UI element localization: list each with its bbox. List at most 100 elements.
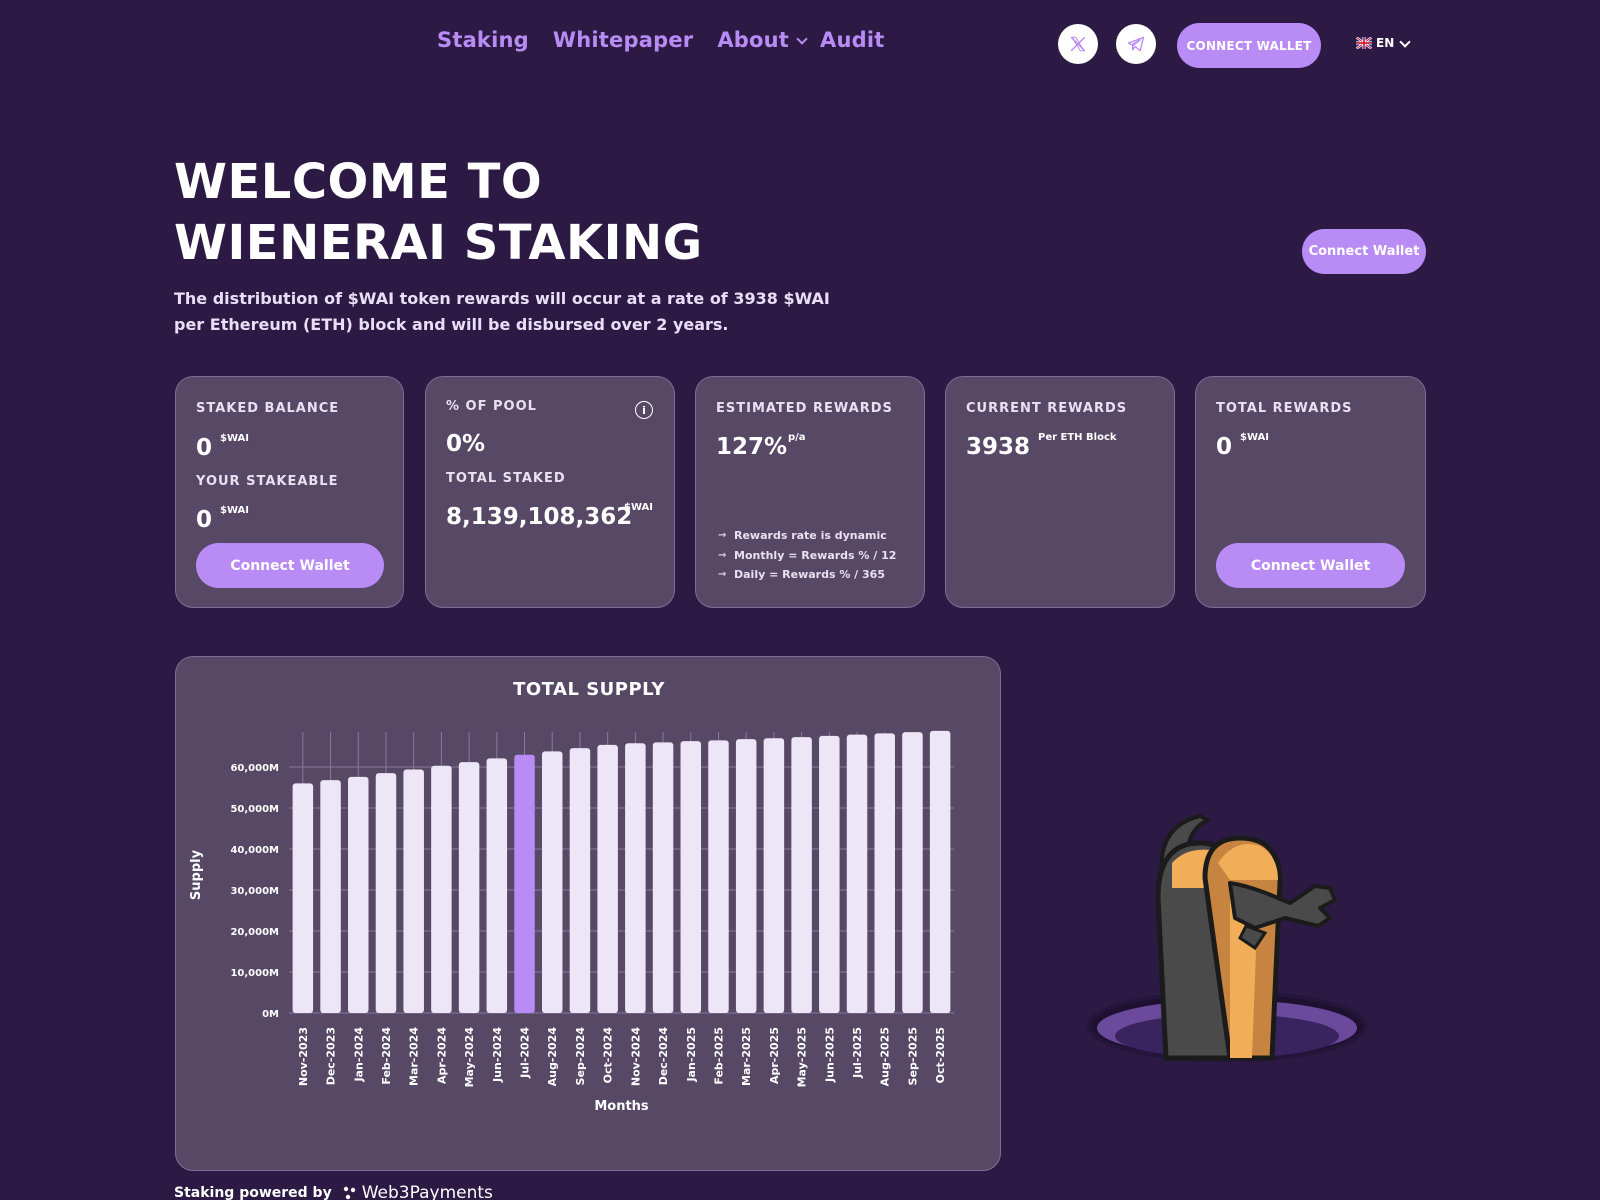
supply-bar <box>320 780 341 1013</box>
rewards-note: → Monthly = Rewards % / 12 <box>718 549 897 562</box>
connect-wallet-button-hero[interactable]: Connect Wallet <box>1302 229 1426 274</box>
x-tick-label: Sep-2024 <box>574 1027 587 1086</box>
y-tick-label: 30,000M <box>230 886 279 897</box>
nav-audit[interactable]: Audit <box>820 28 884 52</box>
supply-bar <box>597 744 618 1013</box>
supply-bar <box>514 754 535 1013</box>
current-rewards-unit: Per ETH Block <box>1038 432 1117 443</box>
supply-bar <box>375 773 397 1013</box>
arrow-right-icon: → <box>718 550 727 561</box>
web3payments-logo-icon <box>343 1186 355 1200</box>
top-nav: Staking Whitepaper About Audit CONNECT W… <box>0 0 1600 92</box>
nav-whitepaper[interactable]: Whitepaper <box>553 28 693 52</box>
supply-bar <box>431 765 452 1013</box>
supply-bar <box>708 740 729 1013</box>
wiener-mascot-illustration <box>1087 814 1367 1062</box>
supply-bar <box>874 733 895 1013</box>
x-axis-label: Months <box>594 1099 649 1114</box>
y-tick-label: 60,000M <box>230 763 279 774</box>
supply-bar <box>735 739 757 1013</box>
supply-bar <box>348 776 369 1013</box>
x-tick-label: Jul-2025 <box>851 1027 864 1079</box>
x-tick-label: Jan-2025 <box>685 1027 698 1083</box>
y-axis-label: Supply <box>189 849 204 900</box>
x-tick-label: Mar-2025 <box>740 1027 753 1086</box>
supply-bar <box>486 758 508 1013</box>
x-tick-label: Jun-2025 <box>823 1027 836 1083</box>
nav-about-label: About <box>717 28 790 52</box>
x-tick-label: Jun-2024 <box>491 1027 504 1083</box>
staked-balance-label: STAKED BALANCE <box>196 401 340 416</box>
nav-about[interactable]: About <box>717 28 808 52</box>
total-staked-unit: $WAI <box>624 502 653 513</box>
x-tick-label: Oct-2024 <box>602 1027 615 1084</box>
total-rewards-value: 0 <box>1216 434 1233 460</box>
supply-bar <box>652 742 674 1013</box>
connect-wallet-button-staked[interactable]: Connect Wallet <box>196 543 384 588</box>
pool-card: % OF POOL i 0% TOTAL STAKED 8,139,108,36… <box>425 376 675 608</box>
y-tick-label: 50,000M <box>230 804 279 815</box>
x-tick-label: Nov-2023 <box>297 1027 310 1086</box>
x-tick-label: Dec-2024 <box>657 1027 670 1086</box>
connect-wallet-button-total[interactable]: Connect Wallet <box>1216 543 1405 588</box>
nav-links: Staking Whitepaper About Audit <box>437 28 885 52</box>
chevron-down-icon <box>796 32 808 45</box>
x-tick-label: Apr-2024 <box>435 1027 448 1084</box>
web3payments-link[interactable]: Web3Payments <box>342 1183 493 1200</box>
total-rewards-unit: $WAI <box>1240 432 1269 443</box>
rewards-note: → Rewards rate is dynamic <box>718 529 887 542</box>
footer-text: Staking powered by <box>174 1185 332 1200</box>
supply-bar <box>292 783 314 1013</box>
total-staked-value: 8,139,108,362 <box>446 504 633 530</box>
language-label: EN <box>1376 36 1395 50</box>
current-rewards-value: 3938 <box>966 434 1031 460</box>
pool-value: 0% <box>446 431 486 457</box>
supply-bar <box>625 743 646 1013</box>
x-logo-icon[interactable] <box>1058 24 1098 64</box>
arrow-right-icon: → <box>718 530 727 541</box>
footer: Staking powered by Web3Payments <box>174 1183 493 1200</box>
stakeable-value: 0 <box>196 507 213 533</box>
hero-description: The distribution of $WAI token rewards w… <box>174 289 830 334</box>
info-icon[interactable]: i <box>635 401 653 419</box>
stakeable-label: YOUR STAKEABLE <box>196 474 339 489</box>
language-selector[interactable]: EN <box>1356 35 1411 50</box>
x-tick-label: Feb-2024 <box>380 1027 393 1085</box>
supply-bar <box>819 735 840 1013</box>
supply-bar <box>791 737 812 1013</box>
total-supply-chart-card: TOTAL SUPPLY 0M 10,000M 20,000M 30,000M 40,0… <box>175 656 1001 1171</box>
x-tick-label: Apr-2025 <box>768 1027 781 1084</box>
estimated-rewards-card: ESTIMATED REWARDS 127% p/a → Rewards rate… <box>695 376 925 608</box>
x-tick-label: Sep-2025 <box>906 1027 919 1085</box>
x-tick-label: Oct-2025 <box>934 1027 947 1083</box>
supply-bar <box>569 748 591 1013</box>
total-rewards-label: TOTAL REWARDS <box>1216 401 1353 416</box>
arrow-right-icon: → <box>718 569 727 580</box>
x-tick-label: Feb-2025 <box>712 1027 725 1085</box>
connect-wallet-button[interactable]: CONNECT WALLET <box>1177 23 1321 68</box>
nav-staking[interactable]: Staking <box>437 28 529 52</box>
x-tick-label: May-2024 <box>463 1027 476 1088</box>
telegram-icon[interactable] <box>1116 24 1156 64</box>
stakeable-unit: $WAI <box>220 505 249 516</box>
estimated-rewards-label: ESTIMATED REWARDS <box>716 401 893 416</box>
total-rewards-card: TOTAL REWARDS 0 $WAI Connect Wallet <box>1195 376 1426 608</box>
supply-bar <box>902 732 923 1013</box>
y-tick-label: 40,000M <box>230 845 279 856</box>
x-tick-label: Nov-2024 <box>629 1027 642 1086</box>
supply-bar <box>763 738 785 1013</box>
supply-bar <box>541 751 563 1013</box>
staked-balance-unit: $WAI <box>220 433 249 444</box>
brand-label: Web3Payments <box>361 1183 493 1200</box>
x-tick-label: Aug-2025 <box>879 1027 892 1086</box>
x-tick-label: Jul-2024 <box>519 1027 532 1079</box>
x-tick-label: Mar-2024 <box>408 1027 421 1086</box>
pool-label: % OF POOL <box>446 399 537 414</box>
estimated-rewards-unit: p/a <box>788 432 806 443</box>
x-tick-label: Dec-2023 <box>325 1027 338 1085</box>
supply-bar <box>403 769 424 1013</box>
estimated-rewards-value: 127% <box>716 434 788 460</box>
staked-balance-value: 0 <box>196 435 213 461</box>
supply-bar <box>680 741 702 1013</box>
y-tick-label: 20,000M <box>230 927 279 938</box>
